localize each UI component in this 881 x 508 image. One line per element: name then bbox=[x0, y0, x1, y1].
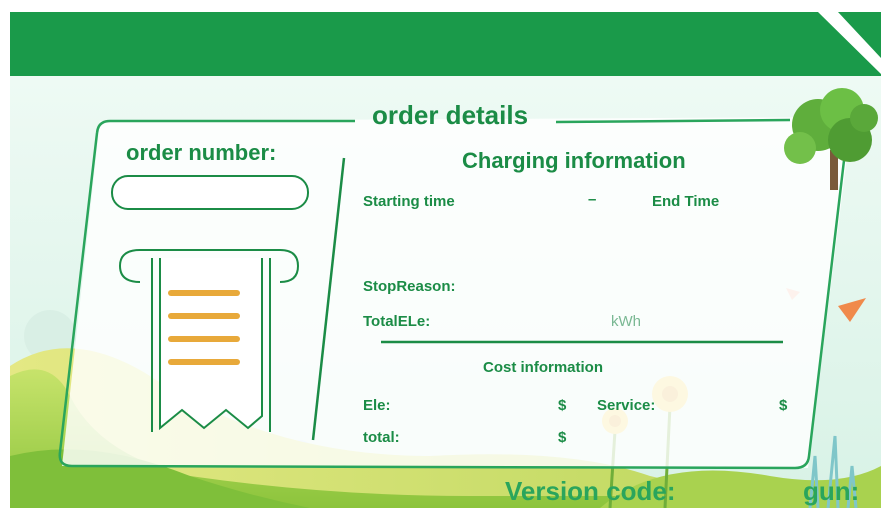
page-title: order details bbox=[372, 100, 529, 130]
time-separator: – bbox=[588, 191, 597, 208]
total-energy-label: TotalELe: bbox=[363, 313, 431, 330]
total-currency: $ bbox=[558, 429, 567, 446]
order-card-frame bbox=[58, 88, 878, 470]
order-details-screen: order details order number: Charging inf… bbox=[0, 0, 881, 508]
order-number-label: order number: bbox=[126, 140, 277, 165]
cost-info-title: Cost information bbox=[483, 359, 603, 376]
stop-reason-label: StopReason: bbox=[363, 278, 456, 295]
service-currency: $ bbox=[779, 397, 788, 414]
version-code-label: Version code: bbox=[505, 476, 676, 506]
starting-time-label: Starting time bbox=[363, 193, 455, 210]
service-cost-label: Service: bbox=[597, 397, 656, 414]
order-number-field bbox=[111, 175, 309, 210]
gun-label: gun: bbox=[803, 476, 860, 506]
electricity-currency: $ bbox=[558, 397, 567, 414]
end-time-label: End Time bbox=[652, 193, 720, 210]
energy-unit-label: kWh bbox=[611, 313, 641, 330]
electricity-cost-label: Ele: bbox=[363, 397, 391, 414]
charging-info-title: Charging information bbox=[462, 148, 686, 173]
total-cost-label: total: bbox=[363, 429, 400, 446]
